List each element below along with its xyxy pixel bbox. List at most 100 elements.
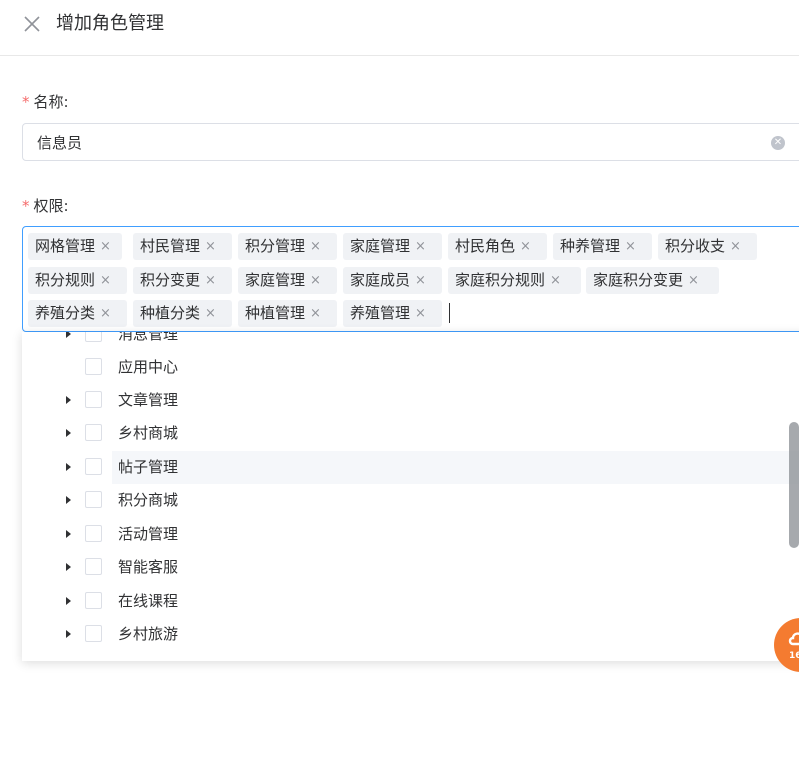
permission-tag-label: 积分收支 — [665, 237, 726, 255]
permission-tag-label: 家庭管理 — [245, 271, 306, 289]
permission-tag-label: 种植分类 — [140, 304, 201, 322]
permission-tag: 家庭积分规则 × — [448, 267, 581, 294]
permission-tag-label: 村民管理 — [140, 237, 201, 255]
tag-close-icon[interactable]: × — [100, 267, 111, 294]
permission-tag: 积分规则 × — [28, 267, 127, 294]
permissions-label-text: 权限: — [33, 197, 69, 215]
tree-node-checkbox[interactable] — [85, 592, 102, 609]
permission-tag: 家庭管理 × — [343, 233, 442, 260]
tree-node[interactable]: 消息管理 — [22, 332, 799, 351]
tree-node-label: 积分商城 — [118, 491, 179, 509]
required-mark: * — [22, 93, 30, 111]
tree-node-checkbox[interactable] — [85, 424, 102, 441]
tree-node[interactable]: 积分商城 — [22, 484, 799, 517]
permission-tag: 家庭成员 × — [343, 267, 442, 294]
permission-tag-label: 家庭管理 — [350, 237, 411, 255]
expand-caret-icon[interactable] — [66, 496, 71, 504]
tree-node[interactable]: 帖子管理 — [66, 451, 799, 484]
expand-caret-icon[interactable] — [66, 463, 71, 471]
expand-caret-icon[interactable] — [66, 332, 71, 338]
tree-node-label: 智能客服 — [118, 558, 179, 576]
tag-close-icon[interactable]: × — [415, 267, 426, 294]
expand-caret-icon[interactable] — [66, 530, 71, 538]
tree-node-checkbox[interactable] — [85, 525, 102, 542]
permission-tag-label: 家庭成员 — [350, 271, 411, 289]
tag-close-icon[interactable]: × — [415, 300, 426, 327]
permission-tag-label: 积分变更 — [140, 271, 201, 289]
permission-tag: 家庭积分变更 × — [586, 267, 719, 294]
permission-tag: 村民管理 × — [133, 233, 232, 260]
permission-tag: 积分管理 × — [238, 233, 337, 260]
permission-tag: 种养管理 × — [553, 233, 652, 260]
tree-node-checkbox[interactable] — [85, 458, 102, 475]
permission-tag-label: 积分规则 — [35, 271, 96, 289]
badge-text: 16 — [789, 651, 799, 661]
expand-caret-icon[interactable] — [66, 597, 71, 605]
permission-tag: 村民角色 × — [448, 233, 547, 260]
tree-node-checkbox[interactable] — [85, 332, 102, 342]
permission-tag: 养殖分类 × — [28, 300, 127, 327]
tag-close-icon[interactable]: × — [100, 233, 111, 260]
tree-node[interactable]: 智能客服 — [22, 551, 799, 584]
tree-node-checkbox[interactable] — [85, 558, 102, 575]
tag-close-icon[interactable]: × — [688, 267, 699, 294]
tag-close-icon[interactable]: × — [205, 300, 216, 327]
permission-tag: 积分收支 × — [658, 233, 757, 260]
tag-close-icon[interactable]: × — [205, 233, 216, 260]
tree-node-label: 在线课程 — [118, 592, 179, 610]
tree-node-label: 应用中心 — [118, 358, 179, 376]
permission-tag-label: 养殖管理 — [350, 304, 411, 322]
permission-tag-label: 积分管理 — [245, 237, 306, 255]
clear-icon[interactable]: ✕ — [771, 136, 785, 150]
tag-close-icon[interactable]: × — [310, 300, 321, 327]
tree-node[interactable]: 活动管理 — [22, 518, 799, 551]
tag-close-icon[interactable]: × — [625, 233, 636, 260]
tree-node-checkbox[interactable] — [85, 491, 102, 508]
expand-caret-icon[interactable] — [66, 563, 71, 571]
permission-tag-label: 家庭积分规则 — [455, 271, 546, 289]
tree-node[interactable]: 在线课程 — [22, 585, 799, 618]
permission-tag-label: 村民角色 — [455, 237, 516, 255]
tag-close-icon[interactable]: × — [205, 267, 216, 294]
tree-node[interactable]: 乡村旅游 — [22, 618, 799, 651]
tag-close-icon[interactable]: × — [310, 233, 321, 260]
tree-node-checkbox[interactable] — [85, 391, 102, 408]
tree-node-label: 消息管理 — [118, 332, 179, 343]
expand-caret-icon[interactable] — [66, 429, 71, 437]
tree-node-checkbox[interactable] — [85, 358, 102, 375]
expand-caret-icon[interactable] — [66, 396, 71, 404]
expand-caret-icon[interactable] — [66, 630, 71, 638]
dialog-header: 增加角色管理 — [0, 0, 799, 56]
permissions-tree-dropdown[interactable]: 消息管理应用中心文章管理乡村商城帖子管理积分商城活动管理智能客服在线课程乡村旅游 — [22, 332, 799, 661]
name-label-text: 名称: — [33, 93, 69, 111]
permission-tag-label: 种植管理 — [245, 304, 306, 322]
dialog-title: 增加角色管理 — [56, 13, 164, 34]
dropdown-scrollbar[interactable] — [789, 422, 799, 548]
tree-node[interactable]: 文章管理 — [22, 384, 799, 417]
cloud-icon — [788, 632, 799, 646]
tree-node-label: 乡村旅游 — [118, 625, 179, 643]
name-field[interactable]: ✕ — [22, 123, 799, 161]
tag-close-icon[interactable]: × — [310, 267, 321, 294]
tree-node-label: 活动管理 — [118, 525, 179, 543]
tree-node-label: 帖子管理 — [118, 458, 179, 476]
tree-node-checkbox[interactable] — [85, 625, 102, 642]
permission-tag: 种植分类 × — [133, 300, 232, 327]
tag-close-icon[interactable]: × — [550, 267, 561, 294]
tree-node[interactable]: 应用中心 — [22, 351, 799, 384]
name-input[interactable] — [37, 132, 737, 152]
tree-node-label: 乡村商城 — [118, 424, 179, 442]
tag-close-icon[interactable]: × — [100, 300, 111, 327]
permission-tag: 积分变更 × — [133, 267, 232, 294]
tag-close-icon[interactable]: × — [415, 233, 426, 260]
close-icon[interactable] — [22, 14, 42, 34]
permissions-label: * 权限: — [22, 196, 69, 216]
permission-tag-label: 家庭积分变更 — [593, 271, 684, 289]
tree-node[interactable]: 乡村商城 — [22, 417, 799, 450]
permissions-select[interactable]: 网格管理 × 村民管理 × 积分管理 × 家庭管理 × 村民角色 × 种养管理 × 积分收支 × 积分规则 ×… — [22, 226, 799, 332]
permission-tag-label: 网格管理 — [35, 237, 96, 255]
permission-tag: 网格管理 × — [28, 233, 122, 260]
tag-close-icon[interactable]: × — [520, 233, 531, 260]
permission-tag: 家庭管理 × — [238, 267, 337, 294]
tag-close-icon[interactable]: × — [730, 233, 741, 260]
